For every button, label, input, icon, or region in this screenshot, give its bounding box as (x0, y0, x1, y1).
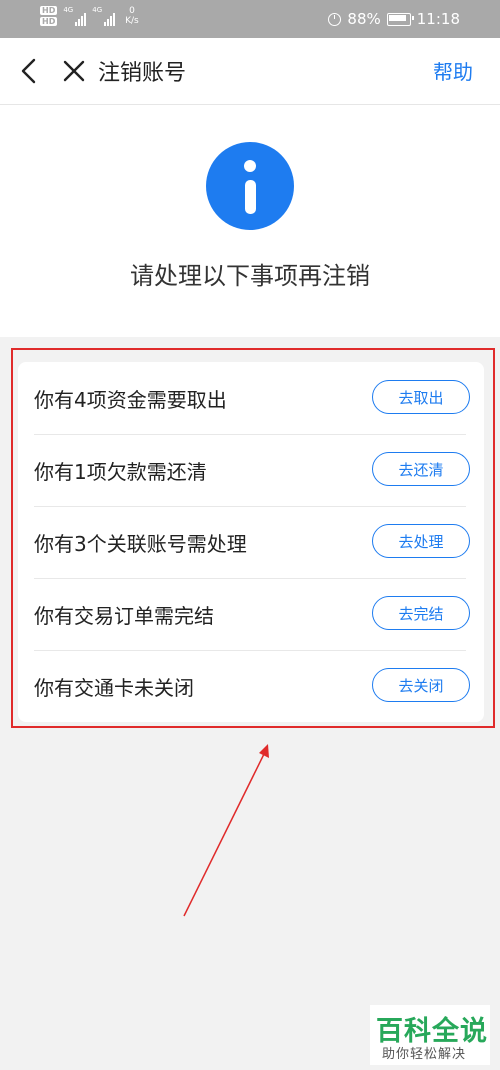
repay-button[interactable]: 去还清 (372, 452, 470, 486)
info-icon (206, 142, 294, 230)
app-header: 注销账号 帮助 (0, 38, 500, 105)
item-label: 你有1项欠款需还清 (34, 460, 207, 484)
list-item-funds: 你有4项资金需要取出 去取出 (34, 362, 470, 434)
hd-label-top: HD (40, 6, 58, 15)
network-type-1: 4G (63, 6, 74, 14)
status-bar: HD HD 4G 4G 0 K/s 88% 11:18 (0, 0, 500, 38)
watermark-sub: 助你轻松解决 (382, 1047, 467, 1062)
complete-button[interactable]: 去完结 (372, 596, 470, 630)
status-right: 88% 11:18 (328, 0, 460, 38)
close-card-button[interactable]: 去关闭 (372, 668, 470, 702)
page-title: 注销账号 (98, 61, 187, 86)
handle-button[interactable]: 去处理 (372, 524, 470, 558)
hd-label-bottom: HD (40, 17, 58, 26)
speed-value: 0 (129, 6, 135, 16)
battery-icon (386, 12, 414, 26)
help-link[interactable]: 帮助 (433, 56, 473, 85)
signal-icon-1: 4G (63, 6, 87, 26)
speed-unit: K/s (125, 16, 139, 26)
watermark-logo: 百科全说 助你轻松解决 (370, 1005, 490, 1065)
list-item-orders: 你有交易订单需完结 去完结 (34, 578, 470, 650)
hd-indicator: HD HD (40, 6, 58, 26)
alarm-icon (328, 12, 342, 26)
network-speed: 0 K/s (125, 6, 139, 26)
item-label: 你有交通卡未关闭 (34, 676, 194, 700)
notice-subtitle: 请处理以下事项再注销 (130, 262, 370, 290)
item-label: 你有3个关联账号需处理 (34, 532, 247, 556)
close-icon[interactable] (62, 59, 86, 83)
annotation-arrow-icon (183, 744, 269, 917)
pending-items-card: 你有4项资金需要取出 去取出 你有1项欠款需还清 去还清 你有3个关联账号需处理… (18, 362, 484, 722)
back-arrow-icon[interactable] (18, 58, 42, 84)
battery-percent: 88% (347, 10, 381, 28)
clock: 11:18 (416, 10, 460, 28)
notice-section: 请处理以下事项再注销 (0, 105, 500, 337)
list-item-debt: 你有1项欠款需还清 去还清 (34, 434, 470, 506)
network-type-2: 4G (92, 6, 103, 14)
list-item-transit-card: 你有交通卡未关闭 去关闭 (34, 650, 470, 722)
signal-icon-2: 4G (92, 6, 116, 26)
item-label: 你有4项资金需要取出 (34, 388, 227, 412)
item-label: 你有交易订单需完结 (34, 604, 214, 628)
status-left: HD HD 4G 4G 0 K/s (40, 6, 139, 26)
list-item-linked-accounts: 你有3个关联账号需处理 去处理 (34, 506, 470, 578)
withdraw-button[interactable]: 去取出 (372, 380, 470, 414)
